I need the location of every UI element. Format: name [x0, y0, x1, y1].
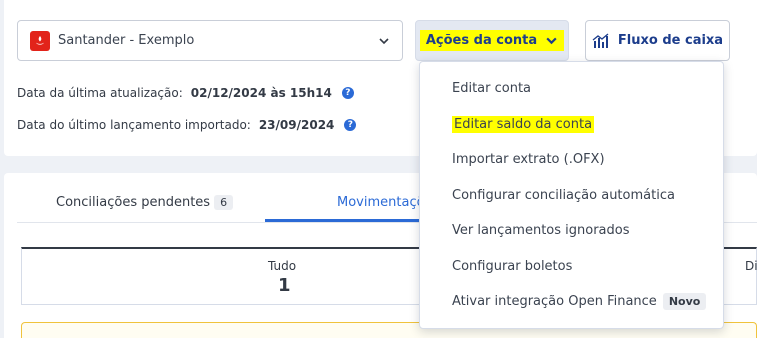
account-actions-menu: Editar conta Editar saldo da conta Impor…	[419, 61, 724, 329]
summary-label: Tudo	[268, 259, 297, 273]
chevron-down-icon	[379, 38, 389, 45]
santander-logo-icon	[30, 30, 50, 51]
menu-item-ignored-entries[interactable]: Ver lançamentos ignorados	[452, 219, 630, 241]
menu-item-edit-balance[interactable]: Editar saldo da conta	[452, 113, 595, 135]
account-select-value: Santander - Exemplo	[58, 33, 195, 48]
last-update-line: Data da última atualização: 02/12/2024 à…	[17, 86, 354, 100]
new-badge: Novo	[662, 292, 707, 310]
tab-transactions[interactable]: Movimentaçõ	[337, 195, 425, 210]
last-update-label: Data da última atualização:	[17, 86, 183, 100]
menu-item-label: Configurar conciliação automática	[452, 187, 675, 203]
menu-item-open-finance[interactable]: Ativar integração Open Finance Novo	[452, 290, 707, 312]
tab-pending-reconciliations[interactable]: Conciliações pendentes 6	[56, 195, 234, 210]
account-actions-label: Ações da conta	[425, 33, 538, 48]
help-icon[interactable]: ?	[344, 119, 357, 131]
last-import-value: 23/09/2024	[258, 118, 335, 132]
summary-label-partial: Di	[745, 259, 757, 273]
menu-item-edit-account[interactable]: Editar conta	[452, 77, 531, 99]
cash-flow-button[interactable]: Fluxo de caixa	[585, 20, 730, 61]
tab-label: Conciliações pendentes	[56, 195, 211, 210]
account-actions-button[interactable]: Ações da conta	[415, 20, 569, 61]
menu-item-configure-boletos[interactable]: Configurar boletos	[452, 255, 572, 277]
menu-item-label: Ver lançamentos ignorados	[452, 222, 630, 238]
menu-item-label: Importar extrato (.OFX)	[452, 151, 605, 167]
menu-item-import-statement[interactable]: Importar extrato (.OFX)	[452, 148, 605, 170]
last-import-label: Data do último lançamento importado:	[17, 118, 251, 132]
page: Santander - Exemplo Ações da conta Fluxo…	[0, 0, 757, 338]
last-import-line: Data do último lançamento importado: 23/…	[17, 118, 357, 132]
account-select[interactable]: Santander - Exemplo	[17, 20, 403, 61]
menu-item-label: Editar saldo da conta	[452, 115, 595, 133]
summary-value: 1	[278, 275, 291, 296]
tab-label: Movimentaçõ	[337, 195, 425, 210]
menu-item-label: Editar conta	[452, 80, 532, 96]
menu-item-auto-reconciliation[interactable]: Configurar conciliação automática	[452, 184, 675, 206]
bar-chart-icon	[592, 33, 609, 48]
pending-count-badge: 6	[214, 195, 234, 210]
menu-item-label: Ativar integração Open Finance	[452, 293, 657, 309]
active-tab-indicator	[265, 219, 425, 222]
last-update-value: 02/12/2024 às 15h14	[190, 86, 332, 100]
menu-item-label: Configurar boletos	[452, 258, 573, 274]
chevron-down-icon	[546, 37, 557, 45]
cash-flow-label: Fluxo de caixa	[617, 33, 724, 48]
help-icon[interactable]: ?	[341, 87, 354, 99]
